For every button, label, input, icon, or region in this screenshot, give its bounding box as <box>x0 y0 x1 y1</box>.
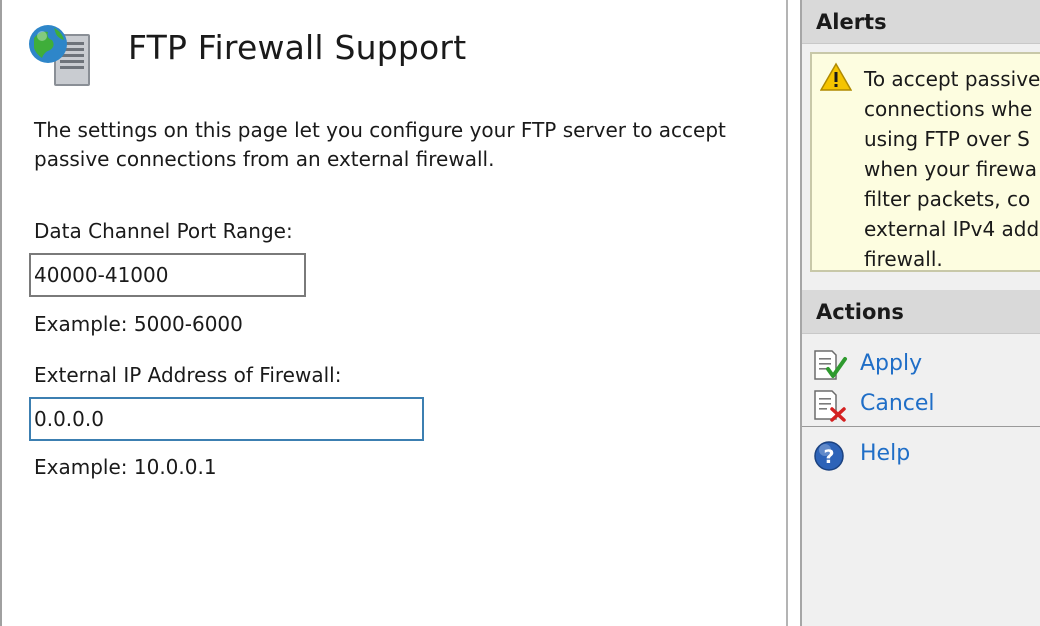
apply-action[interactable]: Apply <box>812 347 1038 383</box>
alert-line: when your firewa <box>864 157 1037 181</box>
external-ip-example: Example: 10.0.0.1 <box>34 455 217 479</box>
port-range-label: Data Channel Port Range: <box>34 219 293 243</box>
actions-header: Actions <box>802 290 1040 334</box>
external-ip-label: External IP Address of Firewall: <box>34 363 342 387</box>
actions-pane: Alerts To accept passive connections whe… <box>800 0 1040 626</box>
cancel-icon <box>814 390 846 422</box>
ftp-server-globe-icon <box>29 25 90 86</box>
external-ip-input[interactable] <box>29 397 424 441</box>
alert-line: external IPv4 add <box>864 217 1040 241</box>
page-description: The settings on this page let you config… <box>34 118 726 171</box>
alert-box: To accept passive connections whe using … <box>810 52 1040 272</box>
alert-line: connections whe <box>864 97 1033 121</box>
apply-icon <box>814 350 847 380</box>
warning-icon <box>820 62 852 91</box>
help-action[interactable]: ? Help <box>812 437 1038 473</box>
port-range-example: Example: 5000-6000 <box>34 312 243 336</box>
help-icon: ? <box>814 441 844 471</box>
alerts-header: Alerts <box>802 0 1040 44</box>
main-content: FTP Firewall Support The settings on thi… <box>2 0 786 626</box>
svg-text:?: ? <box>823 446 834 468</box>
help-label: Help <box>860 441 911 466</box>
cancel-label: Cancel <box>860 391 935 416</box>
alert-line: firewall. <box>864 247 943 271</box>
actions-separator <box>802 426 1040 427</box>
alert-line: To accept passive <box>864 67 1040 91</box>
port-range-input[interactable] <box>29 253 306 297</box>
pane-gap <box>788 0 800 626</box>
apply-label: Apply <box>860 351 923 376</box>
alert-line: filter packets, co <box>864 187 1031 211</box>
alert-line: using FTP over S <box>864 127 1030 151</box>
cancel-action[interactable]: Cancel <box>812 387 1038 423</box>
page-title: FTP Firewall Support <box>128 28 467 67</box>
alert-message: To accept passive connections whe using … <box>864 64 1040 271</box>
